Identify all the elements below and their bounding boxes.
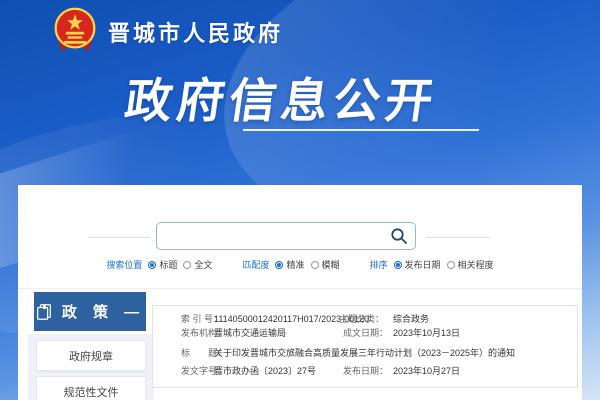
written-date-label: 成文日期： [343, 328, 389, 338]
radio-option-precise[interactable]: 精准 [275, 258, 305, 271]
filter-label: 搜索位置 [106, 260, 143, 270]
national-emblem-icon [54, 7, 96, 52]
written-date-value: 2023年10月13日 [393, 328, 461, 338]
filter-group-search-scope: 搜索位置 标题 全文 [106, 258, 212, 271]
search-filter-row: 搜索位置 标题 全文 匹配度 精准 模糊 排序 发布日期 相关程度 [0, 258, 600, 271]
radio-selected-icon[interactable] [275, 260, 284, 269]
page-root: 晋城市人民政府 政府信息公开 搜索位置 标题 全文 匹配度 精准 模糊 排序 发… [0, 0, 600, 400]
filter-label: 匹配度 [242, 260, 270, 270]
divider-line [426, 237, 490, 238]
filter-group-match: 匹配度 精准 模糊 [242, 258, 339, 271]
radio-unselected-icon[interactable] [183, 260, 192, 269]
search-input[interactable] [165, 225, 379, 249]
sidebar-header-policy[interactable]: 政 策 — [34, 292, 146, 331]
topic-category-value: 综合政务 [393, 314, 430, 324]
issuing-agency-value: 晋城市交通运输局 [214, 328, 287, 338]
radio-option-fuzzy[interactable]: 模糊 [310, 258, 340, 271]
sidebar-header-label: 政 策 — [61, 304, 146, 321]
document-meta-table: 索 引 号： 11140500012420117H017/2023-00120 … [152, 305, 578, 388]
sidebar-item-normative-docs[interactable]: 规范性文件 [36, 376, 146, 400]
page-title: 政府信息公开 [121, 74, 442, 127]
doc-title-value: 关于印发晋城市交旅融合高质量发展三年行动计划（2023－2025年）的通知 [214, 348, 516, 358]
radio-option-relevance[interactable]: 相关程度 [446, 258, 494, 271]
radio-selected-icon[interactable] [393, 260, 402, 269]
topic-category-label: 主题分类： [339, 314, 385, 324]
site-name: 晋城市人民政府 [108, 21, 284, 46]
title-underline [243, 129, 479, 131]
documents-icon [36, 303, 51, 320]
publish-date-label: 发布日期： [343, 366, 389, 376]
search-icon [391, 228, 407, 244]
radio-option-title[interactable]: 标题 [148, 258, 177, 271]
radio-unselected-icon[interactable] [446, 260, 455, 269]
section-divider [18, 288, 582, 289]
search-button[interactable] [390, 227, 408, 245]
radio-option-pubdate[interactable]: 发布日期 [393, 258, 441, 271]
doc-number-value: 晋市政办函〔2023〕27号 [214, 366, 317, 376]
filter-label: 排序 [369, 260, 388, 270]
filter-group-sort: 排序 发布日期 相关程度 [370, 258, 494, 271]
radio-selected-icon[interactable] [148, 260, 157, 269]
sidebar-item-gov-rules[interactable]: 政府规章 [36, 340, 146, 371]
radio-option-fulltext[interactable]: 全文 [183, 258, 212, 271]
radio-unselected-icon[interactable] [310, 260, 319, 269]
publish-date-value: 2023年10月27日 [393, 366, 461, 376]
divider-line [88, 237, 150, 238]
search-box [156, 222, 416, 250]
